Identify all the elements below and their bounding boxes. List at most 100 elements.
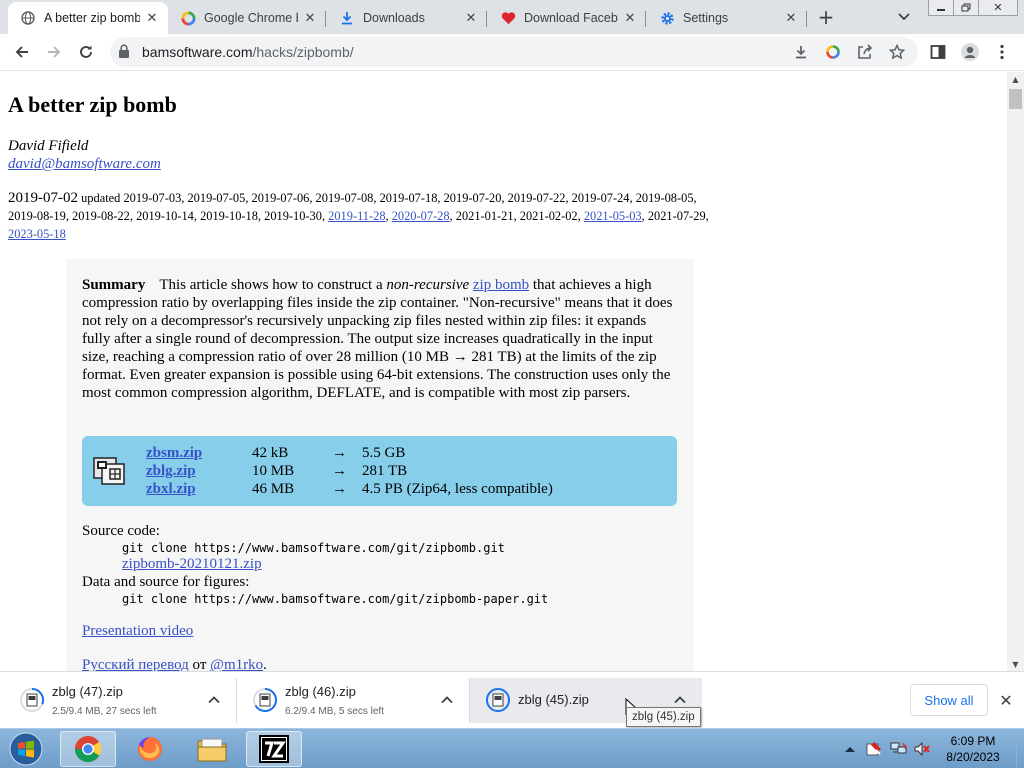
update-date-link[interactable]: 2023-05-18 <box>8 227 66 241</box>
tab-strip: A better zip bomb ✕ Google Chrome b ✕ Do… <box>0 0 1024 34</box>
install-app-button[interactable] <box>790 42 812 62</box>
close-download-bar-icon[interactable]: ✕ <box>996 690 1016 710</box>
tab-settings[interactable]: Settings ✕ <box>647 2 807 34</box>
tab-zip-bomb[interactable]: A better zip bomb ✕ <box>8 2 168 34</box>
taskbar-file-explorer[interactable] <box>184 731 240 767</box>
bookmark-button[interactable] <box>886 42 908 62</box>
url-text[interactable]: bamsoftware.com/hacks/zipbomb/ <box>142 44 354 60</box>
scrollbar-thumb[interactable] <box>1009 89 1022 109</box>
minimize-button[interactable] <box>928 0 954 16</box>
download-icon <box>339 10 355 26</box>
tab-separator <box>486 11 487 27</box>
update-date-link[interactable]: 2021-05-03 <box>584 209 642 223</box>
tab-separator <box>645 11 646 27</box>
show-hidden-icons-button[interactable] <box>844 743 860 759</box>
restore-button[interactable] <box>953 0 979 16</box>
download-filename: zblg (47).zip <box>52 684 123 699</box>
expanded-size: 281 TB <box>362 463 408 479</box>
translation-end: . <box>263 657 267 671</box>
download-progress-icon <box>20 688 44 712</box>
download-item[interactable]: zblg (47).zip 2.5/9.4 MB, 27 secs left <box>4 678 236 723</box>
reload-button[interactable] <box>72 38 100 66</box>
close-tab-icon[interactable]: ✕ <box>622 10 638 26</box>
arrow: → <box>332 481 347 497</box>
presentation-video-link[interactable]: Presentation video <box>82 623 193 639</box>
chevron-up-icon[interactable] <box>439 692 455 708</box>
translation-link[interactable]: Русский перевод <box>82 657 189 671</box>
address-bar[interactable]: bamsoftware.com/hacks/zipbomb/ <box>110 37 918 67</box>
update-date-link[interactable]: 2019-11-28 <box>328 209 385 223</box>
taskbar-firefox[interactable] <box>122 731 178 767</box>
download-icon <box>796 46 806 59</box>
arrow-left-icon <box>15 46 28 58</box>
close-tab-icon[interactable]: ✕ <box>144 10 160 26</box>
summary-emphasis: non-recursive <box>386 277 470 293</box>
side-panel-icon <box>930 45 946 59</box>
download-item[interactable]: zblg (46).zip 6.2/9.4 MB, 5 secs left <box>237 678 469 723</box>
start-button[interactable] <box>2 730 50 768</box>
tab-title: Settings <box>683 11 729 25</box>
close-tab-icon[interactable]: ✕ <box>302 10 318 26</box>
show-desktop-button[interactable] <box>1016 729 1024 768</box>
download-progress-icon <box>253 688 277 712</box>
download-files-box: zbsm.zip 42 kB → 5.5 GB zblg.zip 10 MB →… <box>82 436 677 506</box>
presentation-video: Presentation video <box>82 622 193 640</box>
zip-download-link[interactable]: zblg.zip <box>146 462 196 480</box>
download-filename: zblg (45).zip <box>518 692 589 707</box>
tab-google-chrome[interactable]: Google Chrome b ✕ <box>168 2 326 34</box>
email-link[interactable]: david@bamsoftware.com <box>8 156 161 172</box>
taskbar-chrome[interactable] <box>60 731 116 767</box>
google-lens-button[interactable] <box>822 42 844 62</box>
clock-time: 6:09 PM <box>950 734 996 748</box>
expanded-size: 5.5 GB <box>362 445 406 461</box>
file-size: 46 MB <box>252 481 295 497</box>
zip-bomb-link[interactable]: zip bomb <box>473 277 529 293</box>
action-center-icon[interactable] <box>866 741 882 757</box>
zip-download-link[interactable]: zbxl.zip <box>146 480 196 498</box>
taskbar-7zip[interactable] <box>246 731 302 767</box>
chevron-up-icon[interactable] <box>206 692 222 708</box>
close-tab-icon[interactable]: ✕ <box>463 10 479 26</box>
new-tab-button[interactable]: + <box>814 5 838 29</box>
back-button[interactable] <box>8 38 36 66</box>
share-button[interactable] <box>854 42 876 62</box>
expanded-size: 4.5 PB (Zip64, less compatible) <box>362 481 553 497</box>
side-panel-button[interactable] <box>924 38 952 66</box>
network-icon[interactable] <box>890 741 907 757</box>
tab-download-facebook[interactable]: Download Facebo ✕ <box>488 2 646 34</box>
page-title: A better zip bomb <box>8 92 177 117</box>
tab-separator <box>325 11 326 27</box>
download-status: 2.5/9.4 MB, 27 secs left <box>52 706 157 717</box>
update-date: 2021-01-21 <box>455 209 514 223</box>
lock-icon[interactable] <box>118 44 130 62</box>
source-zip-link[interactable]: zipbomb-20210121.zip <box>122 556 262 572</box>
google-icon <box>826 45 840 59</box>
menu-button[interactable] <box>988 38 1016 66</box>
update-date: 2019-10-14 <box>136 209 194 223</box>
chevron-up-icon <box>845 747 855 752</box>
vertical-scrollbar[interactable]: ▲ ▼ <box>1007 72 1024 671</box>
show-all-button[interactable]: Show all <box>910 684 988 716</box>
zip-download-link[interactable]: zbsm.zip <box>146 444 202 462</box>
arrow-right-icon <box>48 46 61 58</box>
volume-icon[interactable] <box>914 741 930 757</box>
close-window-button[interactable]: ✕ <box>978 0 1018 16</box>
data-source-label: Data and source for figures: <box>82 574 250 590</box>
tab-title: Google Chrome b <box>204 11 298 25</box>
arrow: → <box>332 445 347 461</box>
profile-button[interactable] <box>956 38 984 66</box>
translator-link[interactable]: @m1rko <box>210 657 263 671</box>
system-clock[interactable]: 6:09 PM 8/20/2023 <box>930 733 1016 765</box>
download-progress-icon <box>486 688 510 712</box>
avatar-icon <box>961 43 979 61</box>
scroll-up-arrow-icon[interactable]: ▲ <box>1007 72 1024 86</box>
close-tab-icon[interactable]: ✕ <box>783 10 799 26</box>
tab-downloads[interactable]: Downloads ✕ <box>327 2 487 34</box>
arrow: → <box>332 463 347 479</box>
chevron-up-icon[interactable] <box>672 692 688 708</box>
forward-button[interactable] <box>40 38 68 66</box>
source-code-label: Source code: <box>82 523 160 539</box>
tab-search-button[interactable] <box>894 7 914 27</box>
scroll-down-arrow-icon[interactable]: ▼ <box>1007 657 1024 671</box>
update-date-link[interactable]: 2020-07-28 <box>392 209 450 223</box>
